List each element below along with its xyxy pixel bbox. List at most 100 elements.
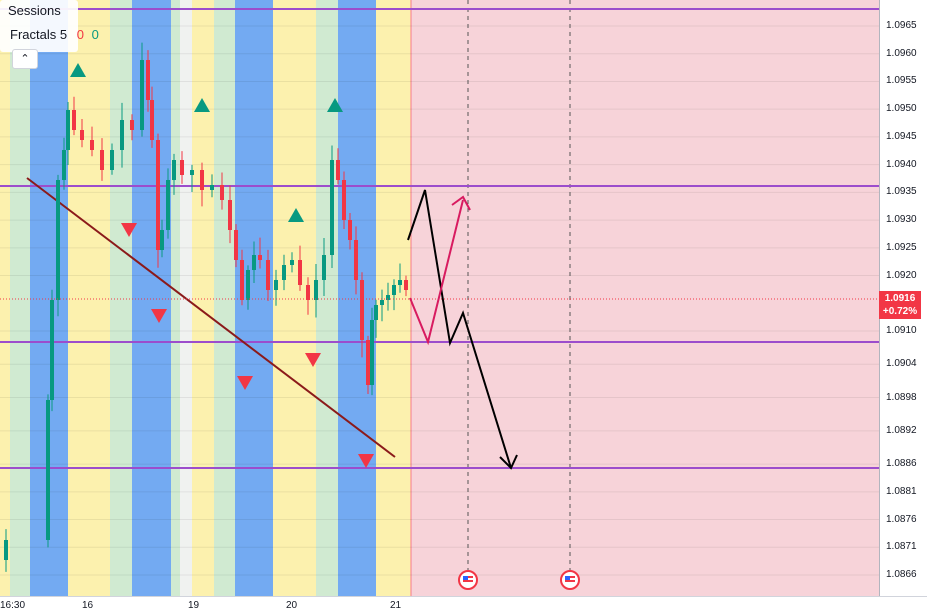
candle-body bbox=[150, 100, 154, 140]
price-tick-label: 1.0904 bbox=[886, 358, 917, 370]
candle-body bbox=[404, 280, 408, 290]
candle-body bbox=[50, 300, 54, 400]
candle-body bbox=[66, 110, 70, 150]
candle-body bbox=[156, 140, 160, 250]
candle-body bbox=[282, 265, 286, 280]
candle-body bbox=[62, 150, 66, 180]
candle-body bbox=[342, 180, 346, 220]
time-axis[interactable] bbox=[0, 596, 927, 614]
candle-body bbox=[200, 170, 204, 190]
candle-body bbox=[110, 150, 114, 170]
chart-canvas[interactable] bbox=[0, 0, 927, 614]
candle-body bbox=[220, 185, 224, 200]
candle-body bbox=[392, 285, 396, 295]
legend-sessions[interactable]: Sessions bbox=[8, 3, 61, 18]
candle-body bbox=[252, 255, 256, 270]
price-tick-label: 1.0960 bbox=[886, 47, 917, 59]
chevron-up-icon: ⌃ bbox=[20, 53, 30, 65]
price-tick-label: 1.0935 bbox=[886, 186, 917, 198]
candle-body bbox=[130, 120, 134, 130]
price-tick-label: 1.0940 bbox=[886, 158, 917, 170]
current-price-change: +0.72% bbox=[882, 306, 918, 317]
candle-body bbox=[360, 280, 364, 340]
candle-body bbox=[380, 300, 384, 305]
candle-body bbox=[322, 255, 326, 280]
us-flag-icon[interactable] bbox=[458, 570, 478, 590]
price-tick-label: 1.0955 bbox=[886, 75, 917, 87]
chart-container[interactable]: Sessions Fractals 5 0 0 ⌃ 1.0965 1.0960 1.… bbox=[0, 0, 927, 614]
candle-body bbox=[160, 230, 164, 250]
time-tick-label: 19 bbox=[188, 600, 200, 611]
candle-body bbox=[336, 160, 340, 180]
session-band bbox=[214, 0, 235, 596]
candle-body bbox=[120, 120, 124, 150]
price-tick-label: 1.0945 bbox=[886, 130, 917, 142]
price-tick-label: 1.0866 bbox=[886, 569, 917, 580]
candle-body bbox=[140, 60, 144, 130]
candle-body bbox=[56, 180, 60, 300]
candle-body bbox=[348, 220, 352, 240]
price-tick-label: 1.0886 bbox=[886, 458, 917, 470]
price-tick-label: 1.0930 bbox=[886, 214, 917, 226]
candle-body bbox=[46, 400, 50, 540]
session-band bbox=[110, 0, 132, 596]
legend-collapse-button[interactable]: ⌃ bbox=[12, 49, 38, 69]
candle-body bbox=[172, 160, 176, 180]
candle-body bbox=[190, 170, 194, 175]
candle-body bbox=[258, 255, 262, 260]
price-tick-label: 1.0920 bbox=[886, 269, 917, 281]
session-band bbox=[316, 0, 338, 596]
candle-body bbox=[246, 270, 250, 300]
price-tick-label: 1.0950 bbox=[886, 103, 917, 115]
session-band bbox=[338, 0, 376, 596]
candle-body bbox=[180, 160, 184, 175]
price-tick-label: 1.0925 bbox=[886, 241, 917, 253]
session-band bbox=[192, 0, 214, 596]
candle-body bbox=[166, 180, 170, 230]
candle-body bbox=[266, 260, 270, 290]
legend-fractals-label: Fractals bbox=[10, 27, 57, 42]
candle-body bbox=[398, 280, 402, 285]
forecast-zone bbox=[411, 0, 879, 596]
time-tick-label: 21 bbox=[390, 600, 402, 611]
candle-body bbox=[240, 260, 244, 300]
candle-body bbox=[290, 260, 294, 265]
candle-body bbox=[210, 185, 214, 190]
price-tick-label: 1.0876 bbox=[886, 513, 917, 525]
candle-body bbox=[374, 305, 378, 320]
candle-body bbox=[386, 295, 390, 300]
session-band bbox=[10, 0, 30, 596]
candle-body bbox=[306, 285, 310, 300]
candle-body bbox=[228, 200, 232, 230]
legend-fractals-param: 5 bbox=[59, 27, 68, 42]
price-tick-label: 1.0892 bbox=[886, 424, 917, 436]
candle-body bbox=[72, 110, 76, 130]
current-price-value: 1.0916 bbox=[884, 293, 916, 304]
time-tick-label: 16:30 bbox=[0, 600, 26, 611]
candle-body bbox=[234, 230, 238, 260]
current-price-badge: 1.0916 +0.72% bbox=[879, 291, 921, 319]
price-tick-label: 1.0871 bbox=[886, 541, 917, 553]
candle-body bbox=[4, 540, 8, 560]
candle-body bbox=[314, 280, 318, 300]
time-tick-label: 16 bbox=[82, 600, 94, 611]
candle-body bbox=[274, 280, 278, 290]
price-tick-label: 1.0910 bbox=[886, 325, 917, 336]
candle-body bbox=[146, 60, 150, 100]
candle-body bbox=[366, 340, 370, 385]
candle-body bbox=[80, 130, 84, 140]
candle-body bbox=[354, 240, 358, 280]
price-tick-label: 1.0965 bbox=[886, 20, 917, 31]
session-band bbox=[68, 0, 110, 596]
legend-sessions-label: Sessions bbox=[8, 3, 61, 18]
candle-body bbox=[100, 150, 104, 170]
legend-fractals-down-value: 0 bbox=[91, 27, 99, 42]
price-tick-label: 1.0881 bbox=[886, 485, 917, 497]
legend-fractals[interactable]: Fractals 5 0 0 bbox=[10, 27, 99, 42]
candle-body bbox=[330, 160, 334, 255]
candle-body bbox=[90, 140, 94, 150]
session-band bbox=[0, 0, 10, 596]
us-flag-icon[interactable] bbox=[560, 570, 580, 590]
candle-body bbox=[298, 260, 302, 285]
time-tick-label: 20 bbox=[286, 600, 298, 611]
